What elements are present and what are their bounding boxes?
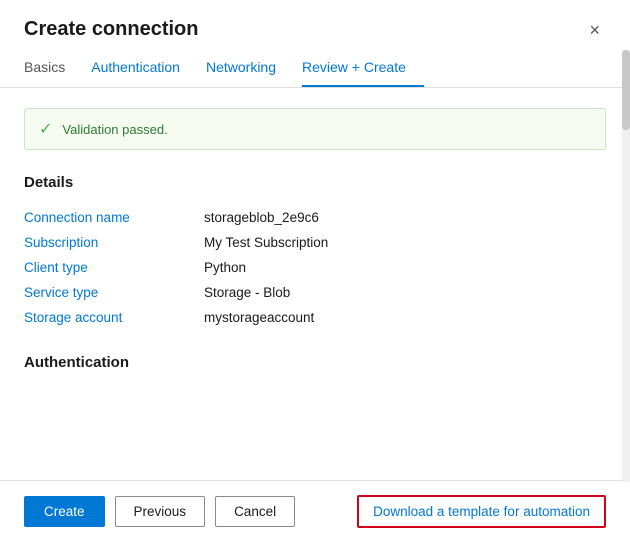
- details-table: Connection name storageblob_2e9c6 Subscr…: [24, 205, 606, 330]
- tab-authentication[interactable]: Authentication: [91, 51, 198, 87]
- table-row: Storage account mystorageaccount: [24, 305, 606, 330]
- field-label-service-type: Service type: [24, 280, 204, 305]
- close-button[interactable]: ×: [583, 19, 606, 41]
- tab-bar: Basics Authentication Networking Review …: [0, 51, 630, 88]
- scrollbar-thumb[interactable]: [622, 50, 630, 130]
- field-value-service-type: Storage - Blob: [204, 280, 606, 305]
- details-section-title: Details: [24, 174, 606, 191]
- previous-button[interactable]: Previous: [115, 496, 206, 527]
- dialog-title: Create connection: [24, 18, 198, 41]
- table-row: Connection name storageblob_2e9c6: [24, 205, 606, 230]
- dialog-body: ✓ Validation passed. Details Connection …: [0, 88, 630, 480]
- field-label-storage-account: Storage account: [24, 305, 204, 330]
- table-row: Client type Python: [24, 255, 606, 280]
- validation-check-icon: ✓: [39, 119, 52, 139]
- tab-review-create[interactable]: Review + Create: [302, 51, 424, 87]
- download-template-button[interactable]: Download a template for automation: [357, 495, 606, 528]
- field-value-client-type: Python: [204, 255, 606, 280]
- validation-banner: ✓ Validation passed.: [24, 108, 606, 150]
- dialog-footer: Create Previous Cancel Download a templa…: [0, 480, 630, 542]
- create-button[interactable]: Create: [24, 496, 105, 527]
- field-label-client-type: Client type: [24, 255, 204, 280]
- tab-networking[interactable]: Networking: [206, 51, 294, 87]
- field-value-storage-account: mystorageaccount: [204, 305, 606, 330]
- create-connection-dialog: Create connection × Basics Authenticatio…: [0, 0, 630, 542]
- field-value-subscription: My Test Subscription: [204, 230, 606, 255]
- tab-basics[interactable]: Basics: [24, 51, 83, 87]
- field-label-connection-name: Connection name: [24, 205, 204, 230]
- table-row: Subscription My Test Subscription: [24, 230, 606, 255]
- field-value-connection-name: storageblob_2e9c6: [204, 205, 606, 230]
- authentication-section-title: Authentication: [24, 354, 606, 371]
- dialog-header: Create connection ×: [0, 0, 630, 51]
- cancel-button[interactable]: Cancel: [215, 496, 295, 527]
- field-label-subscription: Subscription: [24, 230, 204, 255]
- scrollbar-track: [622, 50, 630, 482]
- validation-message: Validation passed.: [62, 122, 167, 137]
- table-row: Service type Storage - Blob: [24, 280, 606, 305]
